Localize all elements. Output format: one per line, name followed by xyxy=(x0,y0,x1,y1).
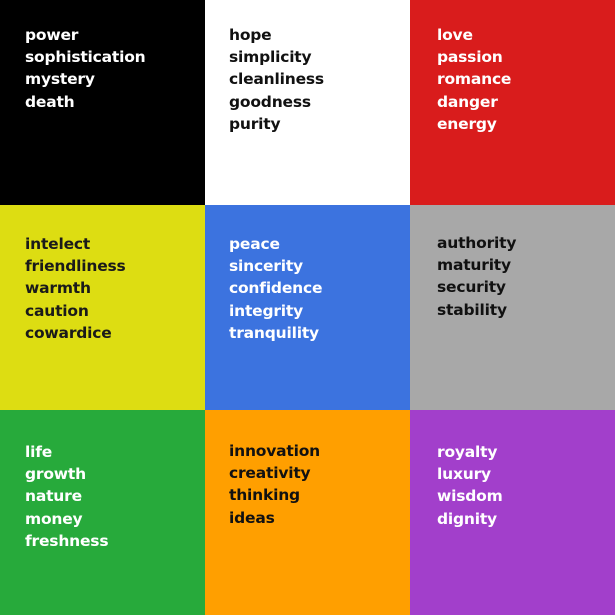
word-item: intelect xyxy=(25,235,91,253)
word-item: sophistication xyxy=(25,48,146,67)
word-item: dignity xyxy=(437,509,497,528)
word-item: peace xyxy=(229,235,280,253)
word-item: danger xyxy=(437,92,498,111)
color-cell-green: life growth nature money freshness xyxy=(0,410,205,615)
word-item: thinking xyxy=(229,486,300,505)
word-item: growth xyxy=(25,465,86,484)
color-cell-white: hope simplicity cleanliness goodness pur… xyxy=(205,0,410,205)
color-cell-yellow: intelect friendliness warmth caution cow… xyxy=(0,205,205,410)
word-list: hope simplicity cleanliness goodness pur… xyxy=(229,24,410,135)
word-item: stability xyxy=(437,300,507,319)
word-item: freshness xyxy=(25,531,109,550)
word-item: authority xyxy=(437,234,517,252)
word-item: tranquility xyxy=(229,323,319,342)
color-meaning-grid: power sophistication mystery death hope … xyxy=(0,0,615,615)
color-cell-gray: authority maturity security stability xyxy=(410,205,615,410)
word-list: intelect friendliness warmth caution cow… xyxy=(25,233,205,344)
word-item: hope xyxy=(229,26,272,44)
word-item: caution xyxy=(25,301,89,320)
color-cell-orange: innovation creativity thinking ideas xyxy=(205,410,410,615)
word-item: passion xyxy=(437,48,503,67)
word-item: sincerity xyxy=(229,257,303,276)
word-list: power sophistication mystery death xyxy=(25,24,205,113)
word-item: romance xyxy=(437,70,512,89)
word-item: cleanliness xyxy=(229,70,324,89)
word-item: maturity xyxy=(437,256,511,275)
word-list: life growth nature money freshness xyxy=(25,441,205,552)
word-item: life xyxy=(25,443,53,461)
word-item: purity xyxy=(229,114,281,133)
word-item: love xyxy=(437,26,473,44)
word-item: security xyxy=(437,278,506,297)
word-item: mystery xyxy=(25,70,95,89)
word-item: energy xyxy=(437,114,497,133)
word-item: friendliness xyxy=(25,257,126,276)
word-item: death xyxy=(25,92,75,111)
word-item: integrity xyxy=(229,301,304,320)
color-cell-black: power sophistication mystery death xyxy=(0,0,205,205)
word-item: confidence xyxy=(229,279,323,298)
word-list: love passion romance danger energy xyxy=(437,24,615,135)
color-cell-blue: peace sincerity confidence integrity tra… xyxy=(205,205,410,410)
word-item: warmth xyxy=(25,279,91,298)
word-item: royalty xyxy=(437,443,498,461)
word-item: cowardice xyxy=(25,323,112,342)
word-item: goodness xyxy=(229,92,311,111)
word-list: royalty luxury wisdom dignity xyxy=(437,441,615,530)
word-item: luxury xyxy=(437,465,491,484)
word-item: money xyxy=(25,509,83,528)
word-item: wisdom xyxy=(437,487,503,506)
word-item: power xyxy=(25,26,79,44)
word-list: authority maturity security stability xyxy=(437,232,615,321)
word-item: innovation xyxy=(229,442,321,460)
word-list: peace sincerity confidence integrity tra… xyxy=(229,233,410,344)
color-cell-red: love passion romance danger energy xyxy=(410,0,615,205)
word-list: innovation creativity thinking ideas xyxy=(229,440,410,529)
word-item: ideas xyxy=(229,508,275,527)
color-cell-purple: royalty luxury wisdom dignity xyxy=(410,410,615,615)
word-item: simplicity xyxy=(229,48,312,67)
word-item: nature xyxy=(25,487,82,506)
word-item: creativity xyxy=(229,464,311,483)
